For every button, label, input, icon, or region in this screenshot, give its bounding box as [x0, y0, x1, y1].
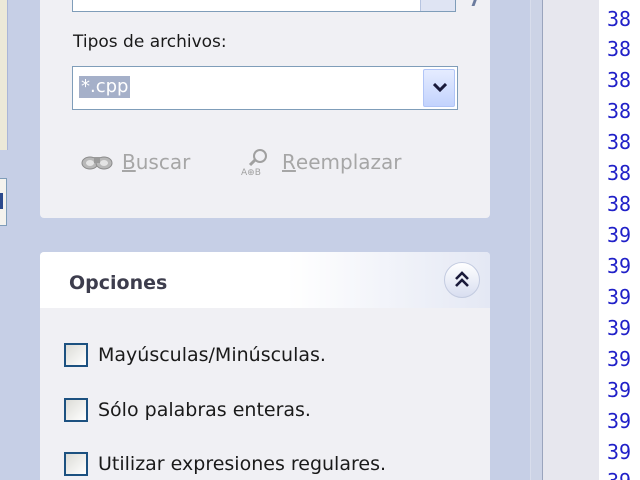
whole-words-label[interactable]: Sólo palabras enteras.	[98, 399, 311, 421]
binoculars-icon	[80, 151, 116, 173]
replace-button-accelerator: R	[282, 150, 296, 174]
line-number: 39	[607, 409, 632, 433]
line-number: 38	[607, 37, 632, 61]
line-number: 39	[607, 440, 632, 464]
file-types-label: Tipos de archivos:	[73, 32, 227, 52]
option-case-sensitive[interactable]: Mayúsculas/Minúsculas.	[64, 341, 326, 369]
case-sensitive-label[interactable]: Mayúsculas/Minúsculas.	[98, 344, 326, 366]
line-number: 38	[607, 130, 632, 154]
file-types-value[interactable]: *.cpp	[79, 76, 131, 98]
whole-words-checkbox[interactable]	[64, 398, 88, 422]
double-chevron-up-icon	[455, 271, 469, 287]
replace-icon: A⊕B	[240, 147, 276, 177]
left-tab-marker	[0, 193, 3, 209]
line-number: 39	[607, 254, 632, 278]
replace-button-label: eemplazar	[295, 150, 402, 174]
left-panel-strip	[0, 0, 8, 150]
option-whole-words[interactable]: Sólo palabras enteras.	[64, 396, 311, 424]
search-button[interactable]: Buscar	[80, 148, 190, 176]
line-number: 38	[607, 68, 632, 92]
line-number: 38	[607, 7, 632, 31]
options-header[interactable]: Opciones	[40, 252, 490, 308]
search-button-accelerator: B	[122, 150, 136, 174]
top-edge-mark	[471, 0, 478, 6]
left-panel-tab[interactable]	[0, 178, 7, 226]
left-panel-edge	[0, 0, 10, 480]
line-number: 39	[607, 223, 632, 247]
line-number: 38	[607, 99, 632, 123]
case-sensitive-checkbox[interactable]	[64, 343, 88, 367]
options-title: Opciones	[69, 272, 168, 294]
replace-button[interactable]: A⊕B Reemplazar	[240, 147, 402, 177]
search-text-dropdown-button[interactable]	[420, 0, 455, 11]
line-number: 39	[607, 347, 632, 371]
line-number: 38	[607, 161, 632, 185]
search-text-combo[interactable]	[72, 0, 456, 12]
line-number: 38	[607, 192, 632, 216]
line-number: 39	[607, 285, 632, 309]
options-group: Opciones Mayúsculas/Minúsculas. Sólo pal…	[40, 252, 490, 480]
search-group: Tipos de archivos: *.cpp Buscar A⊕B R ee…	[40, 0, 490, 218]
code-editor[interactable]: 38 38 38 38 38 38 38 39 39 39 39 39 39 3…	[542, 0, 640, 480]
search-button-label: uscar	[135, 150, 191, 174]
file-types-dropdown-button[interactable]	[423, 69, 455, 107]
line-number: 39	[607, 378, 632, 402]
editor-gutter	[543, 0, 599, 480]
file-types-combo[interactable]: *.cpp	[72, 66, 458, 110]
regex-label[interactable]: Utilizar expresiones regulares.	[98, 453, 386, 475]
option-regex[interactable]: Utilizar expresiones regulares.	[64, 450, 386, 478]
regex-checkbox[interactable]	[64, 452, 88, 476]
svg-text:A⊕B: A⊕B	[241, 168, 261, 177]
line-number: 39	[607, 466, 631, 480]
chevron-down-icon	[433, 83, 447, 93]
line-number: 39	[607, 316, 632, 340]
find-replace-window: Tipos de archivos: *.cpp Buscar A⊕B R ee…	[0, 0, 640, 480]
collapse-options-button[interactable]	[444, 262, 480, 298]
